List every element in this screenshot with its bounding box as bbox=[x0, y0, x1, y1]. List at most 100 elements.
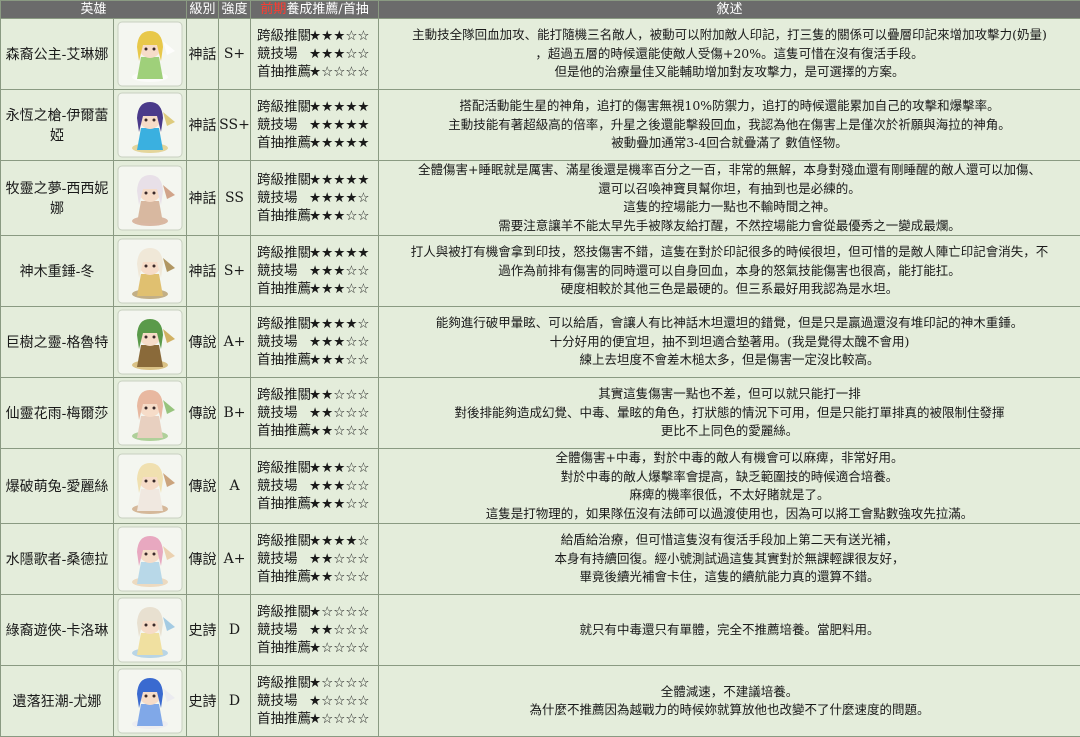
hero-portrait bbox=[114, 524, 187, 595]
hero-grade: S+ bbox=[219, 236, 251, 307]
hero-rarity: 神話 bbox=[187, 236, 219, 307]
description-line: 給盾給治療，但可惜這隻沒有復活手段加上第二天有送光補， bbox=[385, 531, 1074, 550]
hero-row: 綠裔遊俠-卡洛琳 史詩D跨級推關★☆☆☆☆競技場★★☆☆☆首抽推薦★☆☆☆☆就只… bbox=[1, 595, 1080, 666]
hero-grade: D bbox=[219, 595, 251, 666]
hero-description: 其實這隻傷害一點也不差，但可以就只能打一排對後排能夠造成幻覺、中毒、暈眩的角色，… bbox=[379, 378, 1080, 449]
rating-line: 跨級推關★★★★★ bbox=[257, 244, 378, 262]
rating-line: 首抽推薦★☆☆☆☆ bbox=[257, 63, 378, 81]
hero-ratings: 跨級推關★★☆☆☆競技場★★☆☆☆首抽推薦★★☆☆☆ bbox=[251, 378, 379, 449]
rating-stars: ★★★★★ bbox=[309, 117, 370, 133]
rating-label: 競技場 bbox=[257, 550, 309, 568]
description-line: 就只有中毒還只有單體，完全不推薦培養。當肥料用。 bbox=[385, 621, 1074, 640]
hero-grade: D bbox=[219, 666, 251, 737]
hero-name: 森裔公主-艾琳娜 bbox=[1, 19, 114, 90]
rating-line: 首抽推薦★★☆☆☆ bbox=[257, 422, 378, 440]
hero-rarity: 傳說 bbox=[187, 378, 219, 449]
rating-stars: ★☆☆☆☆ bbox=[309, 640, 370, 656]
rating-label: 跨級推關 bbox=[257, 532, 309, 550]
hero-row: 仙靈花雨-梅爾莎 傳說B+跨級推關★★☆☆☆競技場★★☆☆☆首抽推薦★★☆☆☆其… bbox=[1, 378, 1080, 449]
rating-stars: ★★★★★ bbox=[309, 172, 370, 188]
hero-grade: S+ bbox=[219, 19, 251, 90]
rating-stars: ★★☆☆☆ bbox=[309, 622, 370, 638]
hero-portrait bbox=[114, 378, 187, 449]
rating-label: 首抽推薦 bbox=[257, 63, 309, 81]
rating-stars: ★★☆☆☆ bbox=[309, 405, 370, 421]
description-line: 畢竟後續光補會卡住，這隻的續航能力真的還算不錯。 bbox=[385, 568, 1074, 587]
rating-stars: ★☆☆☆☆ bbox=[309, 675, 370, 691]
rating-line: 跨級推關★★★★★ bbox=[257, 171, 378, 189]
description-line: 搭配活動能生星的神角，追打的傷害無視10%防禦力，追打的時候還能累加自己的攻擊和… bbox=[385, 97, 1074, 116]
hero-description: 全體傷害+中毒，對於中毒的敵人有機會可以麻痺，非常好用。對於中毒的敵人爆擊率會提… bbox=[379, 449, 1080, 524]
header-recommend-highlight: 前期 bbox=[260, 2, 286, 17]
rating-line: 跨級推關★★★★★ bbox=[257, 98, 378, 116]
hero-rarity: 神話 bbox=[187, 90, 219, 161]
hero-ratings: 跨級推關★★★★★競技場★★★☆☆首抽推薦★★★☆☆ bbox=[251, 236, 379, 307]
description-line: 全體傷害+中毒，對於中毒的敵人有機會可以麻痺，非常好用。 bbox=[385, 449, 1074, 468]
hero-row: 牧靈之夢-西西妮娜 神話SS跨級推關★★★★★競技場★★★★☆首抽推薦★★★☆☆… bbox=[1, 161, 1080, 236]
description-line: 對於中毒的敵人爆擊率會提高，缺乏範圍技的時候適合培養。 bbox=[385, 468, 1074, 487]
rating-stars: ★★☆☆☆ bbox=[309, 569, 370, 585]
hero-ratings: 跨級推關★☆☆☆☆競技場★☆☆☆☆首抽推薦★☆☆☆☆ bbox=[251, 666, 379, 737]
description-line: 主動技能有著超級高的倍率，升星之後還能擊殺回血，我認為他在傷害上是僅次於祈願與海… bbox=[385, 116, 1074, 135]
hero-name: 牧靈之夢-西西妮娜 bbox=[1, 161, 114, 236]
hero-name: 水隱歌者-桑德拉 bbox=[1, 524, 114, 595]
hero-portrait-image bbox=[117, 597, 183, 663]
rating-stars: ★★☆☆☆ bbox=[309, 551, 370, 567]
hero-name: 神木重錘-冬 bbox=[1, 236, 114, 307]
hero-row: 巨樹之靈-格魯特 傳說A+跨級推關★★★★☆競技場★★★☆☆首抽推薦★★★☆☆能… bbox=[1, 307, 1080, 378]
rating-line: 跨級推關★☆☆☆☆ bbox=[257, 603, 378, 621]
hero-portrait bbox=[114, 236, 187, 307]
rating-label: 競技場 bbox=[257, 45, 309, 63]
rating-line: 跨級推關★★★☆☆ bbox=[257, 459, 378, 477]
hero-description: 全體減速，不建議培養。為什麼不推薦因為越戰力的時候妳就算放他也改變不了什麼速度的… bbox=[379, 666, 1080, 737]
header-strength: 強度 bbox=[219, 1, 251, 19]
rating-stars: ★★★☆☆ bbox=[309, 334, 370, 350]
rating-label: 跨級推關 bbox=[257, 603, 309, 621]
description-line: 這隻是打物理的，如果隊伍沒有法師可以過渡使用也，因為可以將工會點數強攻先拉滿。 bbox=[385, 505, 1074, 524]
description-line: 為什麼不推薦因為越戰力的時候妳就算放他也改變不了什麼速度的問題。 bbox=[385, 701, 1074, 720]
rating-line: 競技場★★☆☆☆ bbox=[257, 550, 378, 568]
rating-line: 競技場★★★★☆ bbox=[257, 189, 378, 207]
rating-line: 競技場★★★☆☆ bbox=[257, 333, 378, 351]
rating-line: 跨級推關★★★★☆ bbox=[257, 315, 378, 333]
rating-label: 首抽推薦 bbox=[257, 134, 309, 152]
hero-rarity: 史詩 bbox=[187, 595, 219, 666]
rating-line: 首抽推薦★★★★★ bbox=[257, 134, 378, 152]
description-line: ，超過五層的時候還能使敵人受傷+20%。這隻可惜在沒有復活手段。 bbox=[385, 45, 1074, 64]
hero-rarity: 傳說 bbox=[187, 524, 219, 595]
rating-stars: ★★★☆☆ bbox=[309, 46, 370, 62]
hero-name: 爆破萌兔-愛麗絲 bbox=[1, 449, 114, 524]
hero-portrait-image bbox=[117, 380, 183, 446]
description-line: 全體減速，不建議培養。 bbox=[385, 683, 1074, 702]
description-line: 過作為前排有傷害的同時還可以自身回血，本身的怒氣技能傷害也很高，能打能扛。 bbox=[385, 262, 1074, 281]
rating-stars: ★☆☆☆☆ bbox=[309, 711, 370, 727]
description-line: 本身有持續回復。經小號測試過這隻其實對於無課輕課很友好， bbox=[385, 550, 1074, 569]
hero-portrait-image bbox=[117, 453, 183, 519]
rating-stars: ★★★★☆ bbox=[309, 316, 370, 332]
hero-row: 神木重錘-冬 神話S+跨級推關★★★★★競技場★★★☆☆首抽推薦★★★☆☆打人與… bbox=[1, 236, 1080, 307]
hero-row: 爆破萌兔-愛麗絲 傳說A跨級推關★★★☆☆競技場★★★☆☆首抽推薦★★★☆☆全體… bbox=[1, 449, 1080, 524]
rating-label: 跨級推關 bbox=[257, 171, 309, 189]
rating-line: 競技場★★☆☆☆ bbox=[257, 404, 378, 422]
hero-grade: A+ bbox=[219, 524, 251, 595]
description-line: 但是他的治療量佳又能輔助增加對友攻擊力，是可選擇的方案。 bbox=[385, 63, 1074, 82]
rating-stars: ★★★★☆ bbox=[309, 190, 370, 206]
hero-row: 水隱歌者-桑德拉 傳說A+跨級推關★★★★☆競技場★★☆☆☆首抽推薦★★☆☆☆給… bbox=[1, 524, 1080, 595]
rating-line: 競技場★★★☆☆ bbox=[257, 262, 378, 280]
rating-stars: ★★☆☆☆ bbox=[309, 423, 370, 439]
rating-line: 首抽推薦★☆☆☆☆ bbox=[257, 710, 378, 728]
hero-name: 綠裔遊俠-卡洛琳 bbox=[1, 595, 114, 666]
rating-line: 首抽推薦★☆☆☆☆ bbox=[257, 639, 378, 657]
hero-name: 巨樹之靈-格魯特 bbox=[1, 307, 114, 378]
description-line: 練上去坦度不會差木槌太多，但是傷害一定沒比較高。 bbox=[385, 351, 1074, 370]
header-hero: 英雄 bbox=[1, 1, 187, 19]
hero-ratings: 跨級推關★★★★☆競技場★★☆☆☆首抽推薦★★☆☆☆ bbox=[251, 524, 379, 595]
rating-label: 首抽推薦 bbox=[257, 280, 309, 298]
hero-portrait-image bbox=[117, 668, 183, 734]
hero-description: 給盾給治療，但可惜這隻沒有復活手段加上第二天有送光補，本身有持續回復。經小號測試… bbox=[379, 524, 1080, 595]
rating-label: 競技場 bbox=[257, 404, 309, 422]
hero-portrait bbox=[114, 19, 187, 90]
hero-ratings: 跨級推關★★★☆☆競技場★★★☆☆首抽推薦★☆☆☆☆ bbox=[251, 19, 379, 90]
hero-portrait-image bbox=[117, 238, 183, 304]
rating-stars: ★★★★★ bbox=[309, 135, 370, 151]
